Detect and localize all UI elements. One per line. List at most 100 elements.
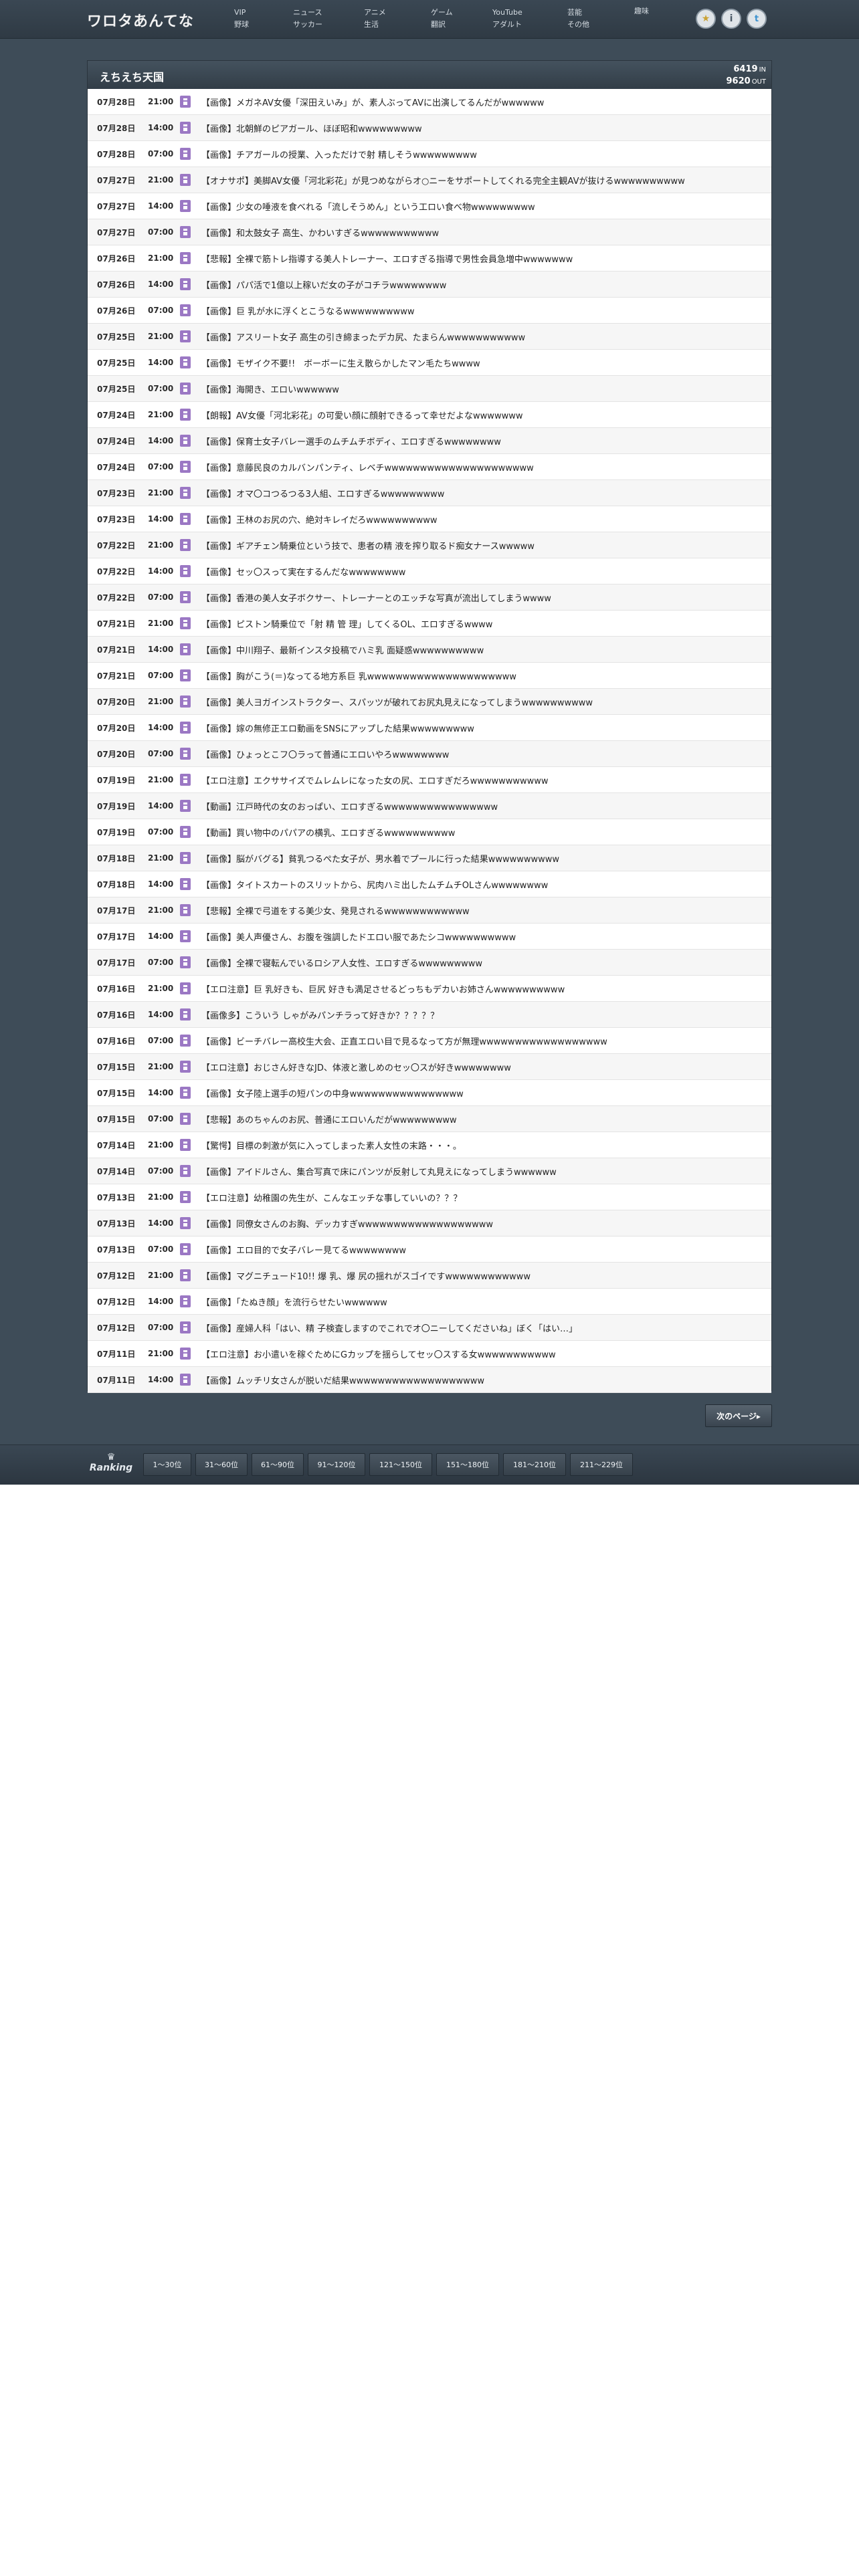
article-row[interactable]: 07月15日 14:00 【画像】女子陸上選手の短パンの中身wwwwwwwwwwww… [88, 1080, 771, 1106]
article-row[interactable]: 07月23日 14:00 【画像】王林のお尻の穴、絶対キレイだろwwwwwwwwww [88, 506, 771, 532]
article-row[interactable]: 07月15日 21:00 【エロ注意】おじさん好きなJD、体液と激しめのセッ〇スが好… [88, 1054, 771, 1080]
article-title-link[interactable]: 【画像】美人声優さん、お腹を強調したドエロい服であたシコwwwwwwwwww [201, 930, 763, 943]
article-title-link[interactable]: 【画像】全裸で寝転んでいるロシア人女性、エロすぎるwwwwwwwww [201, 956, 763, 969]
article-row[interactable]: 07月12日 14:00 【画像】「たぬき顔」を流行らせたいwwwwww [88, 1289, 771, 1315]
nav-baseball[interactable]: 野球 [234, 20, 249, 29]
article-title-link[interactable]: 【画像】タイトスカートのスリットから、尻肉ハミ出したムチムチOLさんwwwwww… [201, 878, 763, 891]
article-title-link[interactable]: 【画像】産婦人科「はい、精 子検査しますのでこれでオ〇ニーしてくださいね」ぼく「… [201, 1321, 763, 1334]
article-row[interactable]: 07月28日 21:00 【画像】メガネAV女優「深田えいみ」が、素人ぶってAVに出… [88, 89, 771, 115]
ranking-tab-6[interactable]: 151〜180位 [436, 1453, 499, 1476]
article-title-link[interactable]: 【画像】同僚女さんのお胸、デッカすぎwwwwwwwwwwwwwwwwwww [201, 1217, 763, 1230]
article-title-link[interactable]: 【画像】アスリート女子 高生の引き締まったデカ尻、たまらんwwwwwwwwwww [201, 330, 763, 343]
article-title-link[interactable]: 【朗報】AV女優「河北彩花」の可愛い顔に顔射できるって幸せだよなwwwwwww [201, 409, 763, 421]
article-row[interactable]: 07月17日 07:00 【画像】全裸で寝転んでいるロシア人女性、エロすぎるwwww… [88, 950, 771, 976]
article-title-link[interactable]: 【画像】ピストン騎乗位で「射 精 管 理」してくるOL、エロすぎるwwww [201, 617, 763, 630]
article-title-link[interactable]: 【画像】王林のお尻の穴、絶対キレイだろwwwwwwwwww [201, 513, 763, 526]
article-row[interactable]: 07月17日 14:00 【画像】美人声優さん、お腹を強調したドエロい服であたシコw… [88, 924, 771, 950]
article-title-link[interactable]: 【画像】胸がこう(＝)なってる地方系巨 乳wwwwwwwwwwwwwwwwwww… [201, 669, 763, 682]
ranking-tab-2[interactable]: 31〜60位 [195, 1453, 248, 1476]
article-row[interactable]: 07月17日 21:00 【悲報】全裸で弓道をする美少女、発見されるwwwwwwww… [88, 897, 771, 924]
next-page-button[interactable]: 次のページ▸ [705, 1404, 772, 1427]
article-title-link[interactable]: 【画像】「たぬき顔」を流行らせたいwwwwww [201, 1295, 763, 1308]
article-row[interactable]: 07月26日 21:00 【悲報】全裸で筋トレ指導する美人トレーナー、エロすぎる指導… [88, 245, 771, 272]
article-row[interactable]: 07月24日 07:00 【画像】意藤民良のカルバンパンティ、レベチwwwwwwww… [88, 454, 771, 480]
article-title-link[interactable]: 【画像】ビーチバレー高校生大会、正直エロい目で見るなって方が無理wwwwwwww… [201, 1035, 763, 1047]
nav-soccer[interactable]: サッカー [293, 20, 322, 29]
article-title-link[interactable]: 【画像】オマ〇コつるつる3人組、エロすぎるwwwwwwwww [201, 487, 763, 500]
ranking-tab-8[interactable]: 211〜229位 [570, 1453, 633, 1476]
article-title-link[interactable]: 【画像】モザイク不要!! ボーボーに生え散らかしたマン毛たちwwww [201, 356, 763, 369]
article-row[interactable]: 07月13日 21:00 【エロ注意】幼稚園の先生が、こんなエッチな事していいの？？… [88, 1184, 771, 1210]
article-row[interactable]: 07月19日 14:00 【動画】江戸時代の女のおっぱい、エロすぎるwwwwwwww… [88, 793, 771, 819]
nav-youtube[interactable]: YouTube [492, 8, 522, 17]
article-title-link[interactable]: 【画像】エロ目的で女子バレー見てるwwwwwwww [201, 1243, 763, 1256]
article-title-link[interactable]: 【画像】チアガールの授業、入っただけで射 精しそうwwwwwwwww [201, 148, 763, 160]
article-row[interactable]: 07月18日 14:00 【画像】タイトスカートのスリットから、尻肉ハミ出したムチム… [88, 871, 771, 897]
article-title-link[interactable]: 【画像】パパ活で1億以上稼いだ女の子がコチラwwwwwwww [201, 278, 763, 291]
article-title-link[interactable]: 【エロ注意】幼稚園の先生が、こんなエッチな事していいの？？？ [201, 1191, 763, 1204]
twitter-icon[interactable]: t [747, 9, 767, 29]
article-row[interactable]: 07月20日 07:00 【画像】ひょっとこフ〇ラって普通にエロいやろwwwwwww… [88, 741, 771, 767]
article-row[interactable]: 07月15日 07:00 【悲報】あのちゃんのお尻、普通にエロいんだがwwwwwww… [88, 1106, 771, 1132]
ranking-tab-4[interactable]: 91〜120位 [308, 1453, 365, 1476]
article-title-link[interactable]: 【画像】美人ヨガインストラクター、スパッツが破れてお尻丸見えになってしまうwww… [201, 695, 763, 708]
article-title-link[interactable]: 【画像多】こういう しゃがみパンチラって好きか？？？？？ [201, 1008, 763, 1021]
article-row[interactable]: 07月22日 07:00 【画像】香港の美人女子ボクサー、トレーナーとのエッチな写真… [88, 584, 771, 611]
article-row[interactable]: 07月20日 14:00 【画像】嫁の無修正エロ動画をSNSにアップした結果wwww… [88, 715, 771, 741]
nav-hobby[interactable]: 趣味 [634, 7, 649, 16]
article-title-link[interactable]: 【動画】買い物中のパパアの横乳、エロすぎるwwwwwwwwww [201, 826, 763, 839]
article-title-link[interactable]: 【画像】巨 乳が水に浮くとこうなるwwwwwwwwww [201, 304, 763, 317]
article-title-link[interactable]: 【悲報】あのちゃんのお尻、普通にエロいんだがwwwwwwwww [201, 1113, 763, 1125]
article-title-link[interactable]: 【動画】江戸時代の女のおっぱい、エロすぎるwwwwwwwwwwwwwwww [201, 800, 763, 813]
article-title-link[interactable]: 【エロ注意】お小遣いを稼ぐためにGカップを揺らしてセッ〇スする女wwwwwwww… [201, 1348, 763, 1360]
article-title-link[interactable]: 【画像】セッ〇スって実在するんだなwwwwwwww [201, 565, 763, 578]
article-row[interactable]: 07月12日 21:00 【画像】マグニチュード10!! 爆 乳、爆 尻の揺れがスゴ… [88, 1263, 771, 1289]
article-row[interactable]: 07月27日 21:00 【オナサポ】美脚AV女優「河北彩花」が見つめながらオ○ニー… [88, 167, 771, 193]
nav-news[interactable]: ニュース [293, 8, 322, 17]
article-row[interactable]: 07月16日 21:00 【エロ注意】巨 乳好きも、巨尻 好きも満足させるどっちもデ… [88, 976, 771, 1002]
article-title-link[interactable]: 【画像】中川翔子、最新インスタ投稿でハミ乳 面疑惑wwwwwwwwww [201, 643, 763, 656]
article-row[interactable]: 07月19日 07:00 【動画】買い物中のパパアの横乳、エロすぎるwwwwwwww… [88, 819, 771, 845]
article-title-link[interactable]: 【画像】海開き、エロいwwwwww [201, 383, 763, 395]
article-title-link[interactable]: 【悲報】全裸で弓道をする美少女、発見されるwwwwwwwwwwww [201, 904, 763, 917]
ranking-tab-5[interactable]: 121〜150位 [369, 1453, 432, 1476]
article-row[interactable]: 07月13日 07:00 【画像】エロ目的で女子バレー見てるwwwwwwww [88, 1237, 771, 1263]
article-row[interactable]: 07月21日 07:00 【画像】胸がこう(＝)なってる地方系巨 乳wwwwwwww… [88, 663, 771, 689]
article-title-link[interactable]: 【画像】女子陸上選手の短パンの中身wwwwwwwwwwwwwwww [201, 1087, 763, 1099]
article-row[interactable]: 07月16日 14:00 【画像多】こういう しゃがみパンチラって好きか？？？？？ [88, 1002, 771, 1028]
ranking-tab-3[interactable]: 61〜90位 [252, 1453, 304, 1476]
article-row[interactable]: 07月22日 21:00 【画像】ギアチェン騎乗位という技で、患者の精 液を搾り取る… [88, 532, 771, 558]
article-title-link[interactable]: 【画像】意藤民良のカルバンパンティ、レベチwwwwwwwwwwwwwwwwwww… [201, 461, 763, 473]
article-title-link[interactable]: 【画像】ひょっとこフ〇ラって普通にエロいやろwwwwwwww [201, 748, 763, 760]
article-title-link[interactable]: 【画像】ムッチリ女さんが脱いだ結果wwwwwwwwwwwwwwwwwww [201, 1374, 763, 1386]
article-row[interactable]: 07月27日 14:00 【画像】少女の唾液を食べれる「流しそうめん」という工ロい食… [88, 193, 771, 219]
article-row[interactable]: 07月28日 14:00 【画像】北朝鮮のピアガール、ほぼ昭和wwwwwwwww [88, 115, 771, 141]
article-title-link[interactable]: 【エロ注意】巨 乳好きも、巨尻 好きも満足させるどっちもデカいお姉さんwwwww… [201, 982, 763, 995]
article-row[interactable]: 07月25日 07:00 【画像】海開き、エロいwwwwww [88, 376, 771, 402]
article-row[interactable]: 07月21日 14:00 【画像】中川翔子、最新インスタ投稿でハミ乳 面疑惑wwww… [88, 637, 771, 663]
site-logo[interactable]: ワロタあんてな [87, 9, 194, 31]
article-row[interactable]: 07月26日 14:00 【画像】パパ活で1億以上稼いだ女の子がコチラwwwwwww… [88, 272, 771, 298]
article-row[interactable]: 07月25日 21:00 【画像】アスリート女子 高生の引き締まったデカ尻、たまらん… [88, 324, 771, 350]
article-row[interactable]: 07月16日 07:00 【画像】ビーチバレー高校生大会、正直エロい目で見るなって方… [88, 1028, 771, 1054]
article-title-link[interactable]: 【オナサポ】美脚AV女優「河北彩花」が見つめながらオ○ニーをサポートしてくれる完… [201, 174, 763, 187]
nav-game[interactable]: ゲーム [431, 8, 453, 17]
article-title-link[interactable]: 【画像】脳がバグる】貧乳つるぺた女子が、男水着でプールに行った結果wwwwwww… [201, 852, 763, 865]
article-row[interactable]: 07月28日 07:00 【画像】チアガールの授業、入っただけで射 精しそうwwww… [88, 141, 771, 167]
article-title-link[interactable]: 【画像】和太鼓女子 高生、かわいすぎるwwwwwwwwwww [201, 226, 763, 239]
article-title-link[interactable]: 【驚愕】目標の刺激が気に入ってしまった素人女性の末路・・・。 [201, 1139, 763, 1152]
nav-adult[interactable]: アダルト [492, 20, 522, 29]
article-row[interactable]: 07月19日 21:00 【エロ注意】エクササイズでムレムレになった女の尻、エロすぎ… [88, 767, 771, 793]
article-title-link[interactable]: 【画像】アイドルさん、集合写真で床にパンツが反射して丸見えになってしまうwwww… [201, 1165, 763, 1178]
article-row[interactable]: 07月11日 14:00 【画像】ムッチリ女さんが脱いだ結果wwwwwwwwwwww… [88, 1367, 771, 1393]
article-title-link[interactable]: 【悲報】全裸で筋トレ指導する美人トレーナー、エロすぎる指導で男性会員急増中www… [201, 252, 763, 265]
article-title-link[interactable]: 【画像】マグニチュード10!! 爆 乳、爆 尻の揺れがスゴイですwwwwwwww… [201, 1269, 763, 1282]
article-row[interactable]: 07月13日 14:00 【画像】同僚女さんのお胸、デッカすぎwwwwwwwwwww… [88, 1210, 771, 1237]
nav-translation[interactable]: 翻訳 [431, 20, 446, 29]
article-row[interactable]: 07月18日 21:00 【画像】脳がバグる】貧乳つるぺた女子が、男水着でプールに行… [88, 845, 771, 871]
article-row[interactable]: 07月20日 21:00 【画像】美人ヨガインストラクター、スパッツが破れてお尻丸見… [88, 689, 771, 715]
article-row[interactable]: 07月12日 07:00 【画像】産婦人科「はい、精 子検査しますのでこれでオ〇ニー… [88, 1315, 771, 1341]
ranking-tab-1[interactable]: 1〜30位 [143, 1453, 191, 1476]
nav-geinou[interactable]: 芸能 [567, 8, 582, 17]
article-title-link[interactable]: 【画像】香港の美人女子ボクサー、トレーナーとのエッチな写真が流出してしまうwww… [201, 591, 763, 604]
